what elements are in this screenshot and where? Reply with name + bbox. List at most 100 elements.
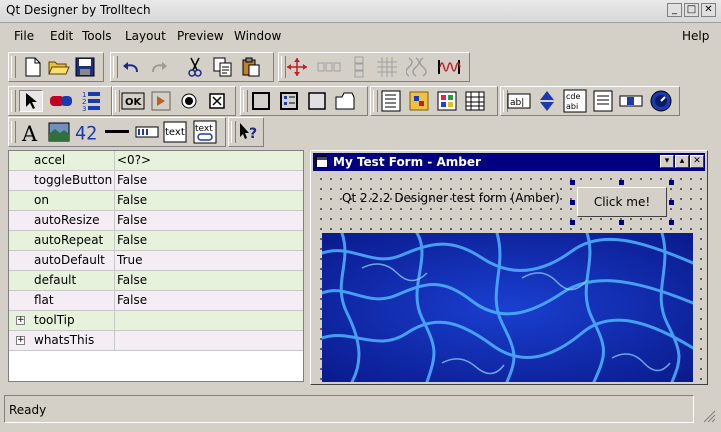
form-title-bar[interactable]: My Test Form - Amber ▾ ▴ ✕ <box>313 153 705 171</box>
tabwidget-icon[interactable] <box>333 90 357 112</box>
property-value[interactable]: False <box>115 231 303 250</box>
groupbox-icon[interactable] <box>249 90 273 112</box>
property-value[interactable]: False <box>115 291 303 310</box>
selection-handle[interactable] <box>619 220 624 225</box>
toolbutton-icon[interactable] <box>149 90 173 112</box>
property-row[interactable]: flat False <box>9 291 303 311</box>
toolbar-grip[interactable] <box>11 121 16 143</box>
toolbar-grip[interactable] <box>231 121 236 143</box>
save-icon[interactable] <box>73 56 97 78</box>
size-grip-icon[interactable] <box>702 409 716 423</box>
table-icon[interactable] <box>463 90 487 112</box>
form-close-button[interactable]: ✕ <box>690 155 704 168</box>
radiobutton-icon[interactable] <box>177 90 201 112</box>
close-button[interactable]: ✕ <box>701 3 716 17</box>
toolbar-grip[interactable] <box>243 90 248 112</box>
spacer-icon[interactable] <box>437 56 461 78</box>
property-value[interactable]: <0?> <box>115 151 303 170</box>
listview-icon[interactable] <box>435 90 459 112</box>
property-row[interactable]: autoDefault True <box>9 251 303 271</box>
iconview-icon[interactable] <box>407 90 431 112</box>
property-value[interactable]: False <box>115 211 303 230</box>
copy-icon[interactable] <box>211 56 235 78</box>
spinbox-icon[interactable] <box>535 90 559 112</box>
expand-plus-icon[interactable]: + <box>16 316 25 325</box>
listbox-icon[interactable] <box>379 90 403 112</box>
textbrowser-icon[interactable]: text <box>193 120 217 144</box>
menu-layout[interactable]: Layout <box>125 29 166 43</box>
progressbar-icon[interactable] <box>135 121 159 143</box>
pushbutton-icon[interactable]: OK <box>121 90 145 112</box>
property-value[interactable] <box>115 331 303 350</box>
property-row[interactable]: autoResize False <box>9 211 303 231</box>
form-canvas[interactable]: Qt 2.2.2 Designer test form (Amber) Clic… <box>313 171 705 382</box>
line-icon[interactable] <box>105 121 129 143</box>
combobox-icon[interactable] <box>591 90 615 112</box>
open-folder-icon[interactable] <box>47 56 71 78</box>
selection-handle[interactable] <box>570 200 575 205</box>
break-layout-icon[interactable] <box>405 56 429 78</box>
property-row[interactable]: on False <box>9 191 303 211</box>
paste-icon[interactable] <box>239 56 263 78</box>
form-window[interactable]: My Test Form - Amber ▾ ▴ ✕ Qt 2.2.2 Desi… <box>310 150 708 385</box>
menu-window[interactable]: Window <box>234 29 281 43</box>
slider-icon[interactable] <box>619 90 643 112</box>
property-value[interactable]: True <box>115 251 303 270</box>
menu-help[interactable]: Help <box>682 29 709 43</box>
selection-handle[interactable] <box>669 180 674 185</box>
property-row[interactable]: autoRepeat False <box>9 231 303 251</box>
property-value[interactable]: False <box>115 171 303 190</box>
property-row[interactable]: toolTip + <box>9 311 303 331</box>
layout-horizontal-icon[interactable] <box>317 56 341 78</box>
connect-signals-icon[interactable] <box>49 90 73 112</box>
property-row[interactable]: accel <0?> <box>9 151 303 171</box>
pixmap-label-icon[interactable] <box>47 121 71 143</box>
selection-handle[interactable] <box>669 220 674 225</box>
property-row[interactable]: whatsThis + <box>9 331 303 351</box>
click-me-button[interactable]: Click me! <box>577 187 667 217</box>
adjust-size-icon[interactable] <box>285 56 309 78</box>
redo-icon[interactable] <box>147 56 171 78</box>
textview-icon[interactable]: text <box>163 121 187 143</box>
cut-icon[interactable] <box>183 56 207 78</box>
selection-handle[interactable] <box>669 200 674 205</box>
property-editor[interactable]: accel <0?> toggleButton False on False autoRes… <box>8 150 304 382</box>
multilineedit-icon[interactable]: cde abi <box>563 89 587 113</box>
dial-icon[interactable] <box>649 90 673 112</box>
property-row[interactable]: default False <box>9 271 303 291</box>
new-file-icon[interactable] <box>21 56 45 78</box>
form-menu-button[interactable]: ▾ <box>660 155 674 168</box>
selection-handle[interactable] <box>570 180 575 185</box>
expand-plus-icon[interactable]: + <box>16 336 25 345</box>
property-value[interactable] <box>115 311 303 330</box>
property-value[interactable]: False <box>115 191 303 210</box>
toolbar-grip[interactable] <box>11 90 16 112</box>
toolbar-grip[interactable] <box>115 90 120 112</box>
menu-file[interactable]: File <box>14 29 34 43</box>
lineedit-icon[interactable]: ab| <box>507 90 531 112</box>
pointer-icon[interactable] <box>19 90 43 112</box>
toolbar-grip[interactable] <box>113 56 118 78</box>
property-value[interactable]: False <box>115 271 303 290</box>
layout-vertical-icon[interactable] <box>347 56 371 78</box>
menu-edit[interactable]: Edit <box>50 29 73 43</box>
layout-grid-icon[interactable] <box>375 56 399 78</box>
menu-preview[interactable]: Preview <box>177 29 224 43</box>
tab-order-icon[interactable]: 123 <box>79 90 103 112</box>
undo-icon[interactable] <box>119 56 143 78</box>
menu-tools[interactable]: Tools <box>82 29 112 43</box>
maximize-button[interactable]: □ <box>684 3 699 17</box>
buttongroup-icon[interactable] <box>277 90 301 112</box>
property-row[interactable]: toggleButton False <box>9 171 303 191</box>
form-shade-button[interactable]: ▴ <box>675 155 689 168</box>
frame-icon[interactable] <box>305 90 329 112</box>
title-bar[interactable]: Qt Designer by Trolltech _ □ ✕ <box>0 0 721 23</box>
selection-handle[interactable] <box>619 180 624 185</box>
whats-this-icon[interactable]: ? <box>237 121 261 143</box>
selection-handle[interactable] <box>570 220 575 225</box>
minimize-button[interactable]: _ <box>667 3 682 17</box>
toolbar-grip[interactable] <box>373 90 378 112</box>
label-icon[interactable]: A <box>19 121 43 143</box>
checkbox-icon[interactable] <box>205 90 229 112</box>
lcdnumber-icon[interactable]: 42 <box>75 121 99 143</box>
